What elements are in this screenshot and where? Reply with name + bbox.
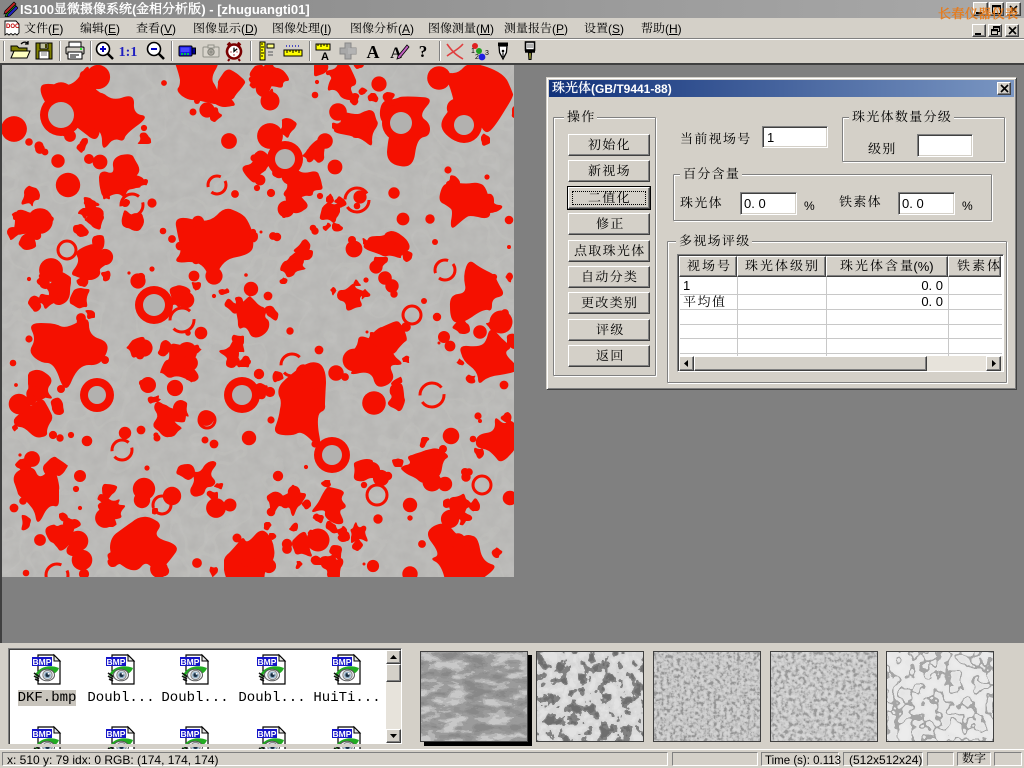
- svg-text:DOC: DOC: [6, 24, 20, 30]
- svg-text:?: ?: [419, 42, 428, 61]
- svg-text:BMP: BMP: [107, 657, 126, 667]
- svg-text:BMP: BMP: [33, 729, 52, 739]
- svg-text:1:1: 1:1: [119, 45, 138, 60]
- svg-text:BMP: BMP: [107, 729, 126, 739]
- svg-text:A: A: [367, 42, 380, 62]
- svg-text:2: 2: [475, 54, 479, 61]
- svg-text:BMP: BMP: [258, 657, 277, 667]
- svg-text:BMP: BMP: [181, 729, 200, 739]
- svg-text:BMP: BMP: [333, 729, 352, 739]
- svg-text:BMP: BMP: [258, 729, 277, 739]
- svg-text:BMP: BMP: [333, 657, 352, 667]
- svg-text:BMP: BMP: [181, 657, 200, 667]
- svg-text:A: A: [321, 51, 329, 62]
- svg-text:3: 3: [485, 50, 489, 57]
- svg-text:BMP: BMP: [33, 657, 52, 667]
